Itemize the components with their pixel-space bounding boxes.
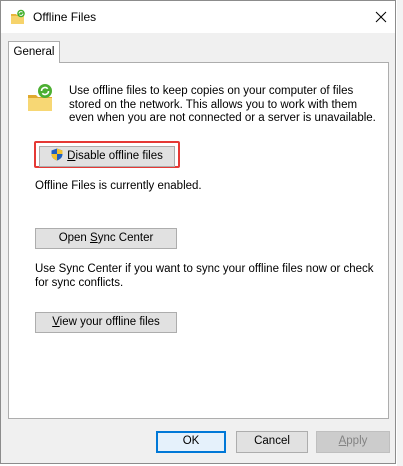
apply-button[interactable]: Apply xyxy=(316,431,390,453)
sync-center-description: Use Sync Center if you want to sync your… xyxy=(35,263,374,289)
title-bar: Offline Files xyxy=(1,1,395,33)
view-mnemonic: V xyxy=(52,316,60,328)
offline-files-status: Offline Files is currently enabled. xyxy=(35,180,202,192)
window-title: Offline Files xyxy=(33,10,97,24)
background-strip xyxy=(397,0,403,466)
apply-label-rest: pply xyxy=(346,435,368,447)
view-offline-files-button[interactable]: View your offline files xyxy=(35,312,177,333)
sync-mnemonic: S xyxy=(90,232,98,244)
cancel-button[interactable]: Cancel xyxy=(236,431,308,453)
offline-files-icon xyxy=(11,9,25,24)
close-icon[interactable] xyxy=(371,7,391,27)
general-panel: Use offline files to keep copies on your… xyxy=(8,62,389,419)
disable-offline-files-button[interactable]: Disable offline files xyxy=(39,146,175,167)
uac-shield-icon xyxy=(51,148,63,161)
sync-label-rest: ync Center xyxy=(97,232,154,244)
offline-files-description: Use offline files to keep copies on your… xyxy=(69,85,376,124)
open-sync-center-button[interactable]: Open Sync Center xyxy=(35,228,177,249)
offline-files-dialog: Offline Files General Use offline files … xyxy=(0,0,396,464)
sync-folder-icon xyxy=(28,84,52,111)
ok-button[interactable]: OK xyxy=(156,431,226,453)
view-label-rest: iew your offline files xyxy=(59,316,160,328)
disable-label: isable offline files xyxy=(75,150,163,162)
tab-general[interactable]: General xyxy=(8,41,60,63)
sync-label-before: Open xyxy=(58,232,91,244)
